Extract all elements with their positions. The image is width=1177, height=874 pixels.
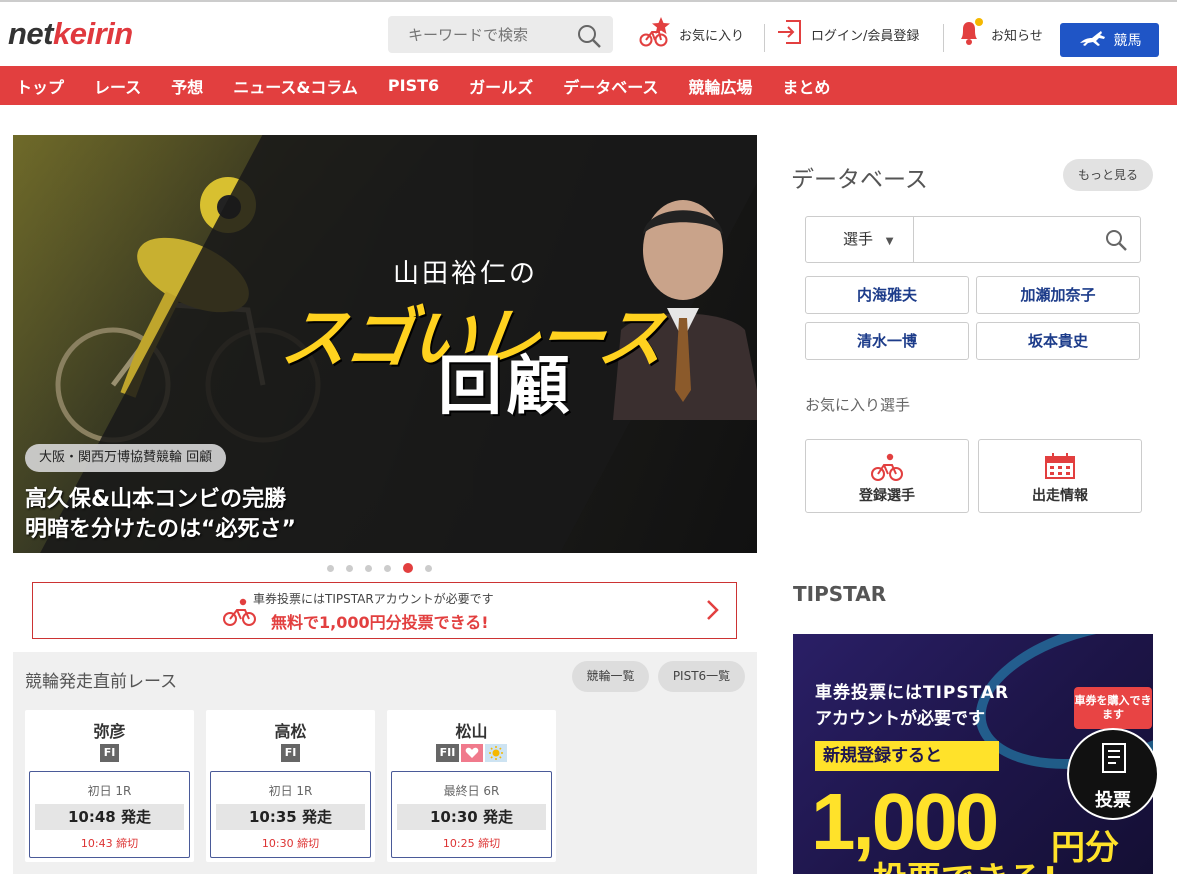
deadline: 10:25 締切 <box>442 837 501 850</box>
keiba-button[interactable]: 競馬 <box>1060 23 1159 57</box>
hero-headline-line1[interactable]: 高久保&山本コンビの完勝 <box>25 481 286 513</box>
cyclist-icon <box>806 452 968 486</box>
search-input[interactable] <box>388 16 568 53</box>
search-type-select[interactable]: 選手 ▼ <box>806 217 914 262</box>
carousel-dot[interactable] <box>327 564 334 572</box>
race-round: 最終日 6R <box>443 784 500 798</box>
nav-item-race[interactable]: レース <box>94 74 141 98</box>
nav-item-matome[interactable]: まとめ <box>782 74 830 98</box>
main-nav: トップ レース 予想 ニュース&コラム PIST6 ガールズ データベース 競輪… <box>0 66 1177 105</box>
database-title: データベース <box>791 167 928 193</box>
ticket-icon <box>1101 742 1127 778</box>
login-link[interactable]: ログイン/会員登録 <box>777 16 919 52</box>
ad-text: 車券投票にはTIPSTAR <box>815 683 1010 703</box>
nav-item-prediction[interactable]: 予想 <box>171 74 203 98</box>
site-header: netkeirin お気に入り ログイン/会員登録 お知らせ 競馬 <box>0 2 1177 66</box>
pist6-list-button[interactable]: PIST6一覧 <box>658 661 745 692</box>
banner-offer: 無料で1,000円分投票できる! <box>271 613 489 632</box>
vote-circle: 投票 <box>1067 728 1159 820</box>
search-icon[interactable] <box>1105 229 1127 255</box>
tipstar-title: TIPSTAR <box>793 582 887 606</box>
race-info: 初日 1R 10:35 発走 10:30 締切 <box>210 771 371 858</box>
vote-tooltip: 車券を購入できます <box>1074 687 1152 737</box>
cyclist-icon <box>223 597 257 631</box>
notifications-link[interactable]: お知らせ <box>957 16 1043 52</box>
entry-info-button[interactable]: 出走情報 <box>978 439 1142 513</box>
ad-unit: 円分 <box>1051 828 1119 868</box>
section-title: 競輪発走直前レース <box>25 672 178 692</box>
carousel-dot[interactable] <box>346 564 353 572</box>
nav-item-database[interactable]: データベース <box>563 74 658 98</box>
bell-icon <box>957 18 983 50</box>
header-divider <box>764 24 765 52</box>
venue-name: 松山 <box>455 722 488 741</box>
nav-item-top[interactable]: トップ <box>16 74 64 98</box>
carousel-dot[interactable] <box>403 563 413 573</box>
tipstar-signup-banner[interactable]: 車券投票にはTIPSTARアカウントが必要です 無料で1,000円分投票できる! <box>32 582 737 639</box>
player-search: 選手 ▼ <box>805 216 1141 263</box>
horse-icon <box>1078 29 1108 51</box>
race-round: 初日 1R <box>87 784 132 798</box>
favorites-link[interactable]: お気に入り <box>639 16 744 52</box>
login-icon <box>777 18 803 50</box>
floating-vote-button[interactable]: 車券を購入できます 投票 <box>1067 687 1159 820</box>
race-card[interactable]: 高松 FI 初日 1R 10:35 発走 10:30 締切 <box>206 710 375 862</box>
hero-title-kanji: 回顧 <box>438 350 574 424</box>
hero-carousel[interactable]: 山田裕仁の スゴいレース 回顧 大阪・関西万博協賛競輪 回顧 高久保&山本コンビ… <box>13 135 757 553</box>
chevron-right-icon <box>706 599 720 625</box>
nav-item-girls[interactable]: ガールズ <box>469 74 533 98</box>
race-grade: FI <box>206 744 375 762</box>
search-icon[interactable] <box>577 24 601 52</box>
header-divider <box>943 24 944 52</box>
nav-item-news[interactable]: ニュース&コラム <box>233 74 358 98</box>
hero-category-badge: 大阪・関西万博協賛競輪 回顧 <box>25 444 227 472</box>
grade-badge: FI <box>99 744 120 762</box>
caret-down-icon: ▼ <box>885 236 894 247</box>
calendar-icon <box>979 452 1141 484</box>
race-info: 初日 1R 10:48 発走 10:43 締切 <box>29 771 190 858</box>
deadline: 10:43 締切 <box>80 837 139 850</box>
start-time: 10:35 発走 <box>216 804 365 830</box>
more-button[interactable]: もっと見る <box>1063 159 1153 191</box>
favorite-cyclist-icon <box>639 16 671 52</box>
player-link[interactable]: 清水一博 <box>805 322 969 360</box>
ad-highlight: 新規登録すると <box>815 741 999 771</box>
race-card[interactable]: 松山 FII 最終日 6R 10:30 発走 10:25 締切 <box>387 710 556 862</box>
hero-headline-line2[interactable]: 明暗を分けたのは“必死さ” <box>25 511 296 543</box>
player-link[interactable]: 加瀬加奈子 <box>976 276 1140 314</box>
site-logo[interactable]: netkeirin <box>8 16 133 52</box>
carousel-dots <box>327 563 432 573</box>
upcoming-races-section: 競輪発走直前レース 競輪一覧 PIST6一覧 弥彦 FI 初日 1R 10:48… <box>13 652 757 874</box>
heart-icon <box>461 744 484 762</box>
player-link[interactable]: 内海雅夫 <box>805 276 969 314</box>
nav-item-plaza[interactable]: 競輪広場 <box>688 74 752 98</box>
race-round: 初日 1R <box>268 784 313 798</box>
carousel-dot[interactable] <box>365 564 372 572</box>
race-grade: FI <box>25 744 194 762</box>
banner-note: 車券投票にはTIPSTARアカウントが必要です <box>253 592 494 606</box>
sun-icon <box>485 744 508 762</box>
carousel-dot[interactable] <box>425 564 432 572</box>
ad-text: 投票できる! <box>873 852 1058 874</box>
ad-text: アカウントが必要です <box>815 709 985 729</box>
deadline: 10:30 締切 <box>261 837 320 850</box>
race-grade: FII <box>387 744 556 762</box>
nav-item-pist6[interactable]: PIST6 <box>388 76 439 95</box>
venue-name: 高松 <box>274 722 307 741</box>
start-time: 10:48 発走 <box>35 804 184 830</box>
carousel-dot[interactable] <box>384 564 391 572</box>
keyword-search <box>388 16 613 53</box>
grade-badge: FI <box>280 744 301 762</box>
race-card[interactable]: 弥彦 FI 初日 1R 10:48 発走 10:43 締切 <box>25 710 194 862</box>
start-time: 10:30 発走 <box>397 804 546 830</box>
race-info: 最終日 6R 10:30 発走 10:25 締切 <box>391 771 552 858</box>
favorite-players-title: お気に入り選手 <box>805 396 911 414</box>
player-link[interactable]: 坂本貴史 <box>976 322 1140 360</box>
keirin-list-button[interactable]: 競輪一覧 <box>572 661 649 692</box>
grade-badge: FII <box>435 744 460 762</box>
venue-name: 弥彦 <box>93 722 126 741</box>
registered-players-button[interactable]: 登録選手 <box>805 439 969 513</box>
vote-label: 投票 <box>1095 790 1131 811</box>
